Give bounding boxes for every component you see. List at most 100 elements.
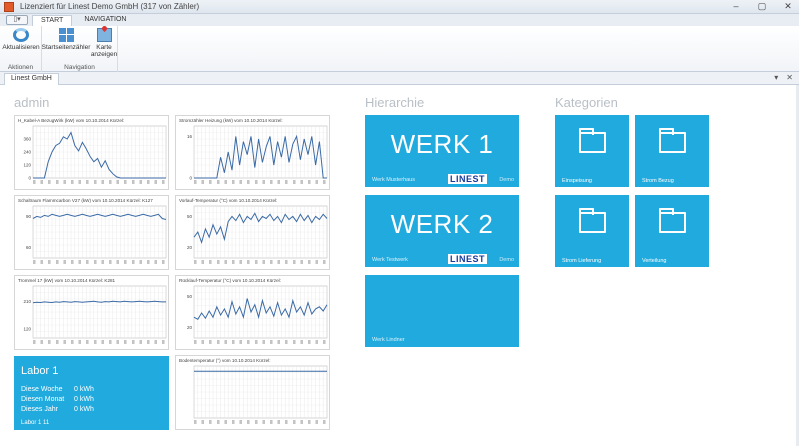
x-tick-label: 00 — [161, 340, 165, 344]
x-tick-label: 00 — [47, 340, 51, 344]
logo-suffix: Demo — [499, 177, 514, 183]
x-tick-label: 00 — [146, 260, 150, 264]
x-tick-label: 00 — [32, 260, 36, 264]
x-tick-label: 00 — [154, 260, 158, 264]
map-button[interactable]: Karte anzeigen — [91, 28, 117, 58]
app-icon — [4, 1, 14, 12]
werk-title: WERK 1 — [390, 129, 494, 159]
startseitenzaehler-button[interactable]: Startseitenzähler — [41, 28, 91, 51]
x-tick-label: 00 — [216, 260, 220, 264]
y-tick-label: 20 — [187, 325, 193, 330]
chevron-down-icon[interactable]: ▾ — [774, 73, 778, 82]
werk-tile-3[interactable]: Werk Lindner — [365, 275, 519, 347]
y-tick-label: 90 — [26, 214, 32, 219]
x-tick-label: 00 — [315, 180, 319, 184]
linest-logo: LINEST — [447, 174, 487, 184]
x-tick-label: 00 — [284, 340, 288, 344]
x-tick-label: 00 — [277, 180, 281, 184]
tab-navigation[interactable]: NAVIGATION — [76, 15, 134, 26]
werk-subtitle: Werk Musterhaus — [372, 177, 415, 183]
y-tick-label: 0 — [189, 176, 192, 181]
chart-tile[interactable]: 00 00 00 00 00 00 00 00 00 00 00 00 00 00 00 00 00 00 0 120… — [14, 115, 169, 190]
x-tick-label: 00 — [208, 180, 212, 184]
x-tick-label: 00 — [239, 420, 243, 424]
labor-row: Diesen Monat 0 kWh — [21, 396, 161, 403]
chart-tile[interactable]: 00 00 00 00 00 00 00 00 00 00 00 00 00 00 00 00 00 00 0 16 S… — [175, 115, 330, 190]
x-tick-label: 00 — [123, 340, 127, 344]
y-tick-label: 360 — [23, 137, 31, 142]
werk-subtitle: Werk Lindner — [372, 337, 405, 343]
doc-tab-linest[interactable]: Linest GmbH — [4, 73, 59, 85]
document-tab-bar: Linest GmbH ▾ ✕ — [0, 72, 799, 85]
x-tick-label: 00 — [70, 260, 74, 264]
werk-tile-1[interactable]: WERK 1 Werk Musterhaus LINEST Demo — [365, 115, 519, 187]
refresh-button[interactable]: Aktualisieren — [2, 28, 40, 51]
x-tick-label: 00 — [299, 260, 303, 264]
chart-svg: 00 00 00 00 00 00 00 00 00 00 00 00 00 00 00 00 00 001202… — [23, 285, 167, 344]
x-tick-label: 00 — [208, 420, 212, 424]
x-tick-label: 00 — [123, 180, 127, 184]
werk-tile-2[interactable]: WERK 2 Werk Testwerk LINEST Demo — [365, 195, 519, 267]
x-tick-label: 00 — [269, 340, 273, 344]
chart-svg: 00 00 00 00 00 00 00 00 00 00 00 00 00 00 00 00 00 00 — [193, 365, 328, 424]
x-tick-label: 00 — [193, 260, 197, 264]
kategorie-tile-einspeisung[interactable]: Einspeisung — [555, 115, 629, 187]
x-tick-label: 00 — [277, 260, 281, 264]
x-tick-label: 00 — [231, 340, 235, 344]
window-controls: – ▢ ✕ — [729, 1, 795, 12]
x-tick-label: 00 — [146, 340, 150, 344]
x-tick-label: 00 — [201, 420, 205, 424]
tab-start[interactable]: START — [32, 15, 73, 26]
linest-logo: LINEST — [447, 254, 487, 264]
minimize-icon[interactable]: – — [729, 1, 743, 12]
x-tick-label: 00 — [40, 180, 44, 184]
kategorie-tile-verteilung[interactable]: Verteilung — [635, 195, 709, 267]
x-tick-label: 00 — [146, 180, 150, 184]
labor-tile[interactable]: Labor 1 Diese Woche 0 kWh Diesen Monat 0 k… — [14, 356, 169, 430]
chart-tile[interactable]: 00 00 00 00 00 00 00 00 00 00 00 00 00 00 00 00 00 00 20 50… — [175, 195, 330, 270]
x-tick-label: 00 — [307, 420, 311, 424]
x-tick-label: 00 — [315, 420, 319, 424]
x-tick-label: 00 — [85, 340, 89, 344]
x-tick-label: 00 — [93, 260, 97, 264]
chart-tile[interactable]: 00 00 00 00 00 00 00 00 00 00 00 00 00 00 00 00 00 00 60 90… — [14, 195, 169, 270]
kategorie-label: Einspeisung — [562, 178, 592, 184]
maximize-icon[interactable]: ▢ — [755, 1, 769, 12]
chart-tile[interactable]: 00 00 00 00 00 00 00 00 00 00 00 00 00 00 00 00 00 00 120 2… — [14, 275, 169, 350]
x-tick-label: 00 — [299, 180, 303, 184]
quick-access-button[interactable]: ▯▾ — [6, 15, 28, 25]
y-tick-label: 50 — [187, 214, 193, 219]
labor-row-value: 0 kWh — [74, 406, 94, 413]
close-icon[interactable]: ✕ — [781, 1, 795, 12]
x-tick-label: 00 — [32, 340, 36, 344]
refresh-button-label: Aktualisieren — [2, 44, 40, 51]
x-tick-label: 00 — [138, 340, 142, 344]
x-tick-label: 00 — [284, 180, 288, 184]
x-tick-label: 00 — [261, 180, 265, 184]
ribbon-group-label: Navigation — [64, 64, 95, 71]
close-doc-icon[interactable]: ✕ — [786, 73, 793, 82]
x-tick-label: 00 — [161, 180, 165, 184]
x-tick-label: 00 — [47, 180, 51, 184]
x-tick-label: 00 — [55, 260, 59, 264]
chart-title: H_Kabel-A BezugWirk (kW) vom 10.10.2014 … — [18, 118, 125, 123]
chart-title: Rücklauf-Temperatur (°C) vom 10.10.2014 … — [179, 278, 281, 283]
x-tick-label: 00 — [269, 260, 273, 264]
chart-tile[interactable]: 00 00 00 00 00 00 00 00 00 00 00 00 00 00 00 00 00 00 Bode… — [175, 355, 330, 430]
x-tick-label: 00 — [193, 420, 197, 424]
chart-svg: 00 00 00 00 00 00 00 00 00 00 00 00 00 00 00 00 00 002050 — [187, 285, 328, 344]
x-tick-label: 00 — [100, 260, 104, 264]
x-tick-label: 00 — [299, 340, 303, 344]
x-tick-label: 00 — [292, 260, 296, 264]
chart-tile[interactable]: 00 00 00 00 00 00 00 00 00 00 00 00 00 00 00 00 00 00 20 50… — [175, 275, 330, 350]
kategorie-tile-strom-bezug[interactable]: Strom Bezug — [635, 115, 709, 187]
kategorie-tile-strom-lieferung[interactable]: Strom Lieferung — [555, 195, 629, 267]
x-tick-label: 00 — [131, 180, 135, 184]
x-tick-label: 00 — [307, 180, 311, 184]
x-tick-label: 00 — [208, 260, 212, 264]
labor-row: Diese Woche 0 kWh — [21, 386, 161, 393]
x-tick-label: 00 — [116, 260, 120, 264]
startseitenzaehler-label: Startseitenzähler — [41, 44, 91, 51]
x-tick-label: 00 — [269, 180, 273, 184]
x-tick-label: 00 — [201, 260, 205, 264]
